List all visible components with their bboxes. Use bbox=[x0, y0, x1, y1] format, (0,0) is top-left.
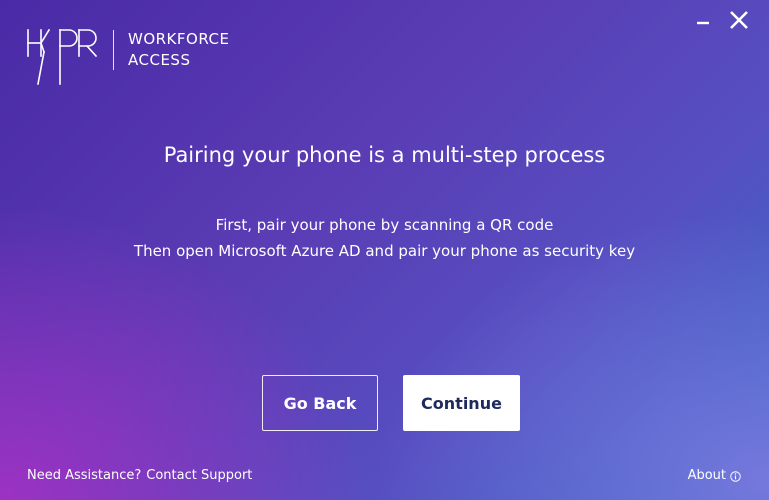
app-window: WORKFORCE ACCESS Pairing your phone is a… bbox=[0, 0, 769, 500]
about-label: About bbox=[687, 468, 726, 483]
minimize-icon bbox=[697, 21, 709, 25]
minimize-button[interactable] bbox=[691, 8, 715, 32]
window-controls bbox=[679, 8, 751, 32]
footer-assistance: Need Assistance? Contact Support bbox=[27, 467, 252, 485]
go-back-button[interactable]: Go Back bbox=[262, 375, 378, 431]
close-icon bbox=[730, 11, 748, 29]
continue-button[interactable]: Continue bbox=[403, 375, 520, 431]
instruction-line-1: First, pair your phone by scanning a QR … bbox=[215, 216, 554, 234]
info-icon bbox=[730, 470, 741, 482]
page-title: Pairing your phone is a multi-step proce… bbox=[163, 143, 606, 167]
close-button[interactable] bbox=[727, 8, 751, 32]
logo-text-line1: WORKFORCE bbox=[128, 30, 230, 48]
about-link[interactable]: About bbox=[688, 467, 741, 485]
app-logo: WORKFORCE ACCESS bbox=[27, 28, 229, 86]
instruction-line-2: Then open Microsoft Azure AD and pair yo… bbox=[133, 242, 636, 260]
logo-text: WORKFORCE ACCESS bbox=[128, 29, 229, 71]
contact-support-link[interactable]: Contact Support bbox=[146, 468, 252, 483]
instructions: First, pair your phone by scanning a QR … bbox=[0, 212, 769, 264]
logo-divider bbox=[113, 30, 114, 70]
hypr-logo-icon bbox=[27, 28, 98, 85]
logo-text-line2: ACCESS bbox=[128, 51, 191, 69]
assistance-label: Need Assistance? bbox=[27, 468, 142, 483]
